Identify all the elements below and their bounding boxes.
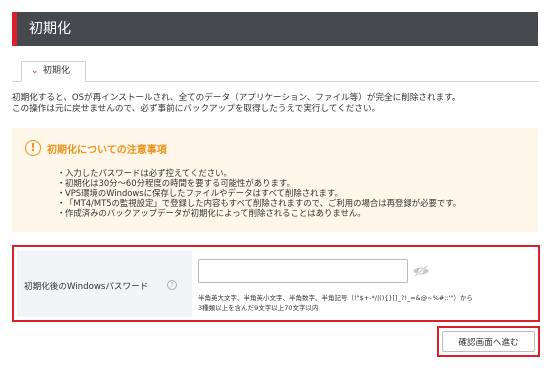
password-hint-line-2: 3種類以上を含んだ9文字以上70文字以内 [198,304,319,312]
page-header: 初期化 [12,12,538,46]
notice-item: ・「MT4/MT5の監視設定」で登録した内容もすべて削除されますので、ご利用の場… [57,198,462,208]
password-hint: 半角英大文字、半角英小文字、半角数字、半角記号（!"$+-*/|(){}[]_?… [198,293,473,313]
password-label-cell: 初期化後のWindowsパスワード ? [17,250,192,317]
confirm-button[interactable]: 確認画面へ進む [442,331,535,352]
password-input[interactable] [198,259,408,283]
chevron-down-icon: ⌄ [31,66,39,76]
password-label: 初期化後のWindowsパスワード [24,282,149,292]
tab-initialize[interactable]: ⌄ 初期化 [21,61,86,82]
tab-bar: ⌄ 初期化 [12,61,538,82]
notice-list: ・入力したパスワードは必ず控えてください。 ・初期化は30分〜60分程度の時間を… [57,168,461,218]
eye-slash-icon[interactable] [412,265,430,277]
description-line-2: この操作は元に戻せませんので、必ず事前にバックアップを取得したうえで実行してくだ… [12,104,381,114]
exclamation-circle-icon: ! [25,140,41,156]
notice-item: ・入力したパスワードは必ず控えてください。 [57,168,232,178]
help-icon[interactable]: ? [167,280,177,290]
notice-box: ! 初期化についての注意事項 ・入力したパスワードは必ず控えてください。 ・初期… [12,128,538,232]
password-section: 初期化後のWindowsパスワード ? 半角英大文字、半角英小文字、半角数字、半… [12,245,540,322]
notice-item: ・作成済みのバックアップデータが初期化によって削除されることはありません。 [57,208,366,218]
notice-item: ・初期化は30分〜60分程度の時間を要する可能性があります。 [57,178,295,188]
tab-label: 初期化 [43,66,71,76]
notice-item: ・VPS環境のWindowsに保存したファイルやデータはすべて削除されます。 [57,188,343,198]
notice-title: 初期化についての注意事項 [47,145,167,156]
page-title: 初期化 [29,21,71,37]
description-line-1: 初期化すると、OSが再インストールされ、全てのデータ（アプリケーション、ファイル… [12,93,461,103]
confirm-button-highlight: 確認画面へ進む [437,326,540,357]
password-hint-line-1: 半角英大文字、半角英小文字、半角数字、半角記号（!"$+-*/|(){}[]_?… [198,294,473,302]
